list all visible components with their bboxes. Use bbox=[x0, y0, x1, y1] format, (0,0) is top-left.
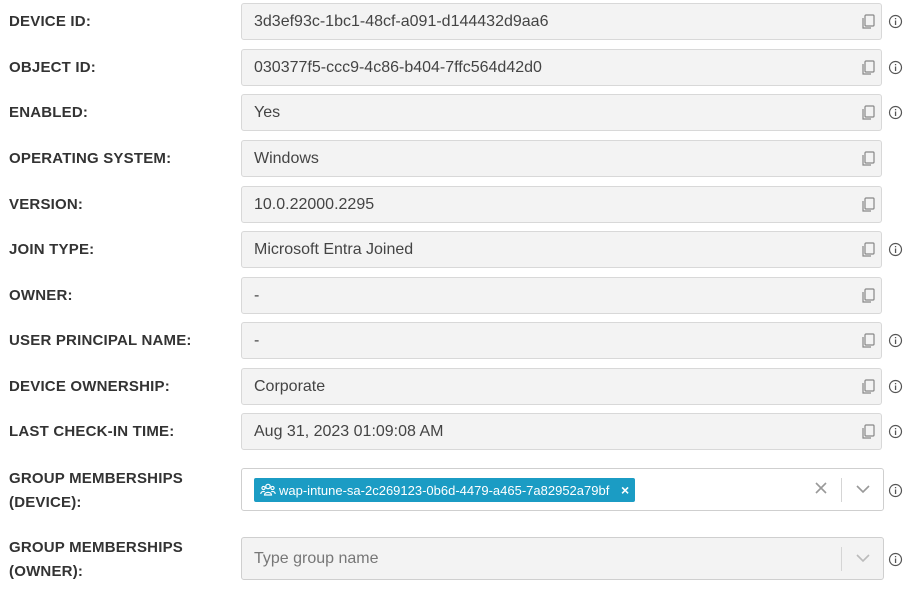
field-label: LAST CHECK-IN TIME: bbox=[9, 423, 175, 440]
group-memberships-owner-select[interactable]: Type group name bbox=[241, 537, 884, 580]
field-label: DEVICE OWNERSHIP: bbox=[9, 378, 170, 395]
field-label-line: (OWNER): bbox=[9, 563, 84, 580]
divider bbox=[841, 478, 842, 502]
copy-icon[interactable] bbox=[859, 332, 877, 350]
last-check-in-time-field[interactable]: Aug 31, 2023 01:09:08 AM bbox=[241, 413, 882, 450]
info-icon[interactable] bbox=[888, 60, 903, 75]
copy-icon[interactable] bbox=[859, 59, 877, 77]
field-label: OPERATING SYSTEM: bbox=[9, 150, 172, 167]
remove-chip-button[interactable]: × bbox=[621, 478, 629, 502]
group-chip-label: wap-intune-sa-2c269123-0b6d-4479-a465-7a… bbox=[279, 483, 610, 498]
field-label: GROUP MEMBERSHIPS (DEVICE): bbox=[9, 467, 183, 515]
field-value: - bbox=[254, 287, 260, 304]
field-label-line: (DEVICE): bbox=[9, 494, 82, 511]
group-memberships-device-select[interactable]: wap-intune-sa-2c269123-0b6d-4479-a465-7a… bbox=[241, 468, 884, 511]
field-value: Microsoft Entra Joined bbox=[254, 241, 414, 258]
field-label-line: GROUP MEMBERSHIPS bbox=[9, 470, 183, 487]
copy-icon[interactable] bbox=[859, 287, 877, 305]
field-label: DEVICE ID: bbox=[9, 13, 92, 30]
copy-icon[interactable] bbox=[859, 150, 877, 168]
field-label: OWNER: bbox=[9, 287, 73, 304]
object-id-field[interactable]: 030377f5-ccc9-4c86-b404-7ffc564d42d0 bbox=[241, 49, 882, 86]
info-icon[interactable] bbox=[888, 14, 903, 29]
field-value: 030377f5-ccc9-4c86-b404-7ffc564d42d0 bbox=[254, 59, 542, 76]
copy-icon[interactable] bbox=[859, 423, 877, 441]
info-icon[interactable] bbox=[888, 552, 903, 567]
info-icon[interactable] bbox=[888, 105, 903, 120]
owner-field[interactable]: - bbox=[241, 277, 882, 314]
field-label: OBJECT ID: bbox=[9, 59, 97, 76]
join-type-field[interactable]: Microsoft Entra Joined bbox=[241, 231, 882, 268]
copy-icon[interactable] bbox=[859, 241, 877, 259]
field-label: ENABLED: bbox=[9, 104, 89, 121]
copy-icon[interactable] bbox=[859, 104, 877, 122]
field-value: Yes bbox=[254, 104, 281, 121]
field-value: 10.0.22000.2295 bbox=[254, 196, 375, 213]
field-label: GROUP MEMBERSHIPS (OWNER): bbox=[9, 536, 183, 584]
chevron-down-icon[interactable] bbox=[855, 483, 871, 495]
copy-icon[interactable] bbox=[859, 378, 877, 396]
info-icon[interactable] bbox=[888, 424, 903, 439]
group-chip: wap-intune-sa-2c269123-0b6d-4479-a465-7a… bbox=[254, 478, 636, 502]
field-value: Windows bbox=[254, 150, 319, 167]
group-icon bbox=[260, 483, 276, 496]
info-icon[interactable] bbox=[888, 379, 903, 394]
field-value: - bbox=[254, 332, 260, 349]
copy-icon[interactable] bbox=[859, 196, 877, 214]
version-field[interactable]: 10.0.22000.2295 bbox=[241, 186, 882, 223]
chevron-down-icon[interactable] bbox=[855, 552, 871, 564]
info-icon[interactable] bbox=[888, 242, 903, 257]
field-label-line: GROUP MEMBERSHIPS bbox=[9, 539, 183, 556]
field-label: VERSION: bbox=[9, 196, 84, 213]
clear-icon[interactable] bbox=[813, 480, 829, 496]
info-icon[interactable] bbox=[888, 333, 903, 348]
operating-system-field[interactable]: Windows bbox=[241, 140, 882, 177]
field-label: USER PRINCIPAL NAME: bbox=[9, 332, 192, 349]
field-value: Aug 31, 2023 01:09:08 AM bbox=[254, 423, 444, 440]
field-value: 3d3ef93c-1bc1-48cf-a091-d144432d9aa6 bbox=[254, 13, 549, 30]
info-icon[interactable] bbox=[888, 483, 903, 498]
user-principal-name-field[interactable]: - bbox=[241, 322, 882, 359]
copy-icon[interactable] bbox=[859, 13, 877, 31]
field-label: JOIN TYPE: bbox=[9, 241, 95, 258]
device-ownership-field[interactable]: Corporate bbox=[241, 368, 882, 405]
group-name-placeholder: Type group name bbox=[254, 550, 379, 567]
device-id-field[interactable]: 3d3ef93c-1bc1-48cf-a091-d144432d9aa6 bbox=[241, 3, 882, 40]
enabled-field[interactable]: Yes bbox=[241, 94, 882, 131]
divider bbox=[841, 547, 842, 571]
field-value: Corporate bbox=[254, 378, 326, 395]
